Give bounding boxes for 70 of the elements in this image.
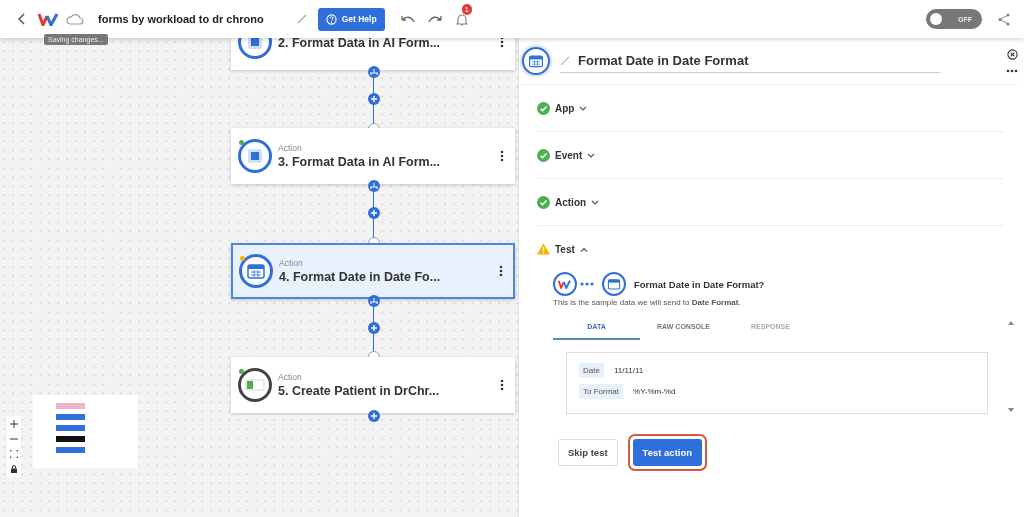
step-type-label: Action	[278, 143, 303, 154]
more-icon[interactable]	[500, 38, 504, 48]
zoom-in-icon[interactable]	[10, 420, 18, 428]
chevron-icon	[579, 105, 588, 111]
more-icon[interactable]	[500, 150, 504, 163]
step-type-label: Action	[279, 257, 304, 268]
test-description: This is the sample data we will send to Date Format.	[553, 298, 742, 307]
get-help-button[interactable]: Get Help	[317, 7, 385, 31]
step-card[interactable]: 2. Format Data in AI Form...	[231, 38, 515, 70]
add-step-icon[interactable]	[368, 409, 380, 422]
ellipsis-icon	[580, 282, 594, 286]
calendar-icon	[602, 272, 626, 296]
section-header[interactable]: Event	[537, 132, 596, 178]
logo-icon	[553, 272, 577, 296]
calendar-icon	[522, 47, 550, 75]
section-header[interactable]: Test	[537, 226, 588, 272]
skip-test-button[interactable]: Skip test	[558, 439, 618, 466]
field-value: 11/11/11	[613, 366, 644, 375]
bell-icon[interactable]	[455, 12, 468, 26]
chevron-icon	[587, 152, 596, 158]
workflow-title: forms by workload to dr chrono	[98, 13, 264, 25]
check-icon	[537, 148, 550, 162]
step-title: 3. Format Data in AI Form...	[278, 155, 442, 170]
section-header[interactable]: Action	[537, 179, 600, 225]
test-question: Format Date in Date Format?	[634, 278, 765, 290]
add-step-icon[interactable]	[368, 207, 380, 220]
more-icon[interactable]	[1006, 69, 1018, 73]
step-name-field[interactable]: Format Date in Date Format	[560, 49, 940, 73]
notification-badge: 1	[461, 3, 473, 15]
step-title: 4. Format Date in Date Fo...	[279, 269, 442, 284]
branch-icon[interactable]	[368, 180, 380, 193]
logo-icon	[38, 12, 60, 26]
cloud-icon	[66, 13, 84, 25]
step-title: 2. Format Data in AI Form...	[278, 38, 442, 50]
step-card[interactable]: Action 3. Format Data in AI Form...	[231, 128, 515, 185]
check-icon	[537, 101, 550, 115]
step-title: 5. Create Patient in DrChr...	[278, 383, 441, 398]
calendar-icon	[239, 253, 273, 288]
branch-icon[interactable]	[368, 294, 380, 307]
field-value: %Y-%m-%d	[633, 387, 676, 396]
fit-view-icon[interactable]	[10, 450, 18, 458]
minimap[interactable]	[33, 395, 138, 468]
more-icon[interactable]	[500, 378, 504, 391]
help-icon	[325, 13, 337, 25]
chevron-icon	[591, 199, 600, 205]
app-logo-icon	[238, 367, 272, 402]
chevron-icon	[579, 246, 588, 252]
more-icon[interactable]	[499, 264, 503, 277]
branch-icon[interactable]	[368, 66, 380, 78]
scroll-up-icon[interactable]	[1008, 321, 1014, 325]
warning-icon	[537, 243, 550, 255]
scroll-down-icon[interactable]	[1008, 408, 1014, 412]
step-card[interactable]: Action 5. Create Patient in DrChr...	[231, 356, 515, 413]
lock-icon[interactable]	[10, 465, 18, 473]
ai-icon	[238, 139, 272, 174]
redo-icon[interactable]	[427, 14, 442, 24]
share-icon[interactable]	[998, 12, 1010, 26]
undo-icon[interactable]	[400, 14, 415, 24]
add-step-icon[interactable]	[368, 93, 380, 105]
add-step-icon[interactable]	[368, 321, 380, 334]
section-header[interactable]: App	[537, 85, 588, 131]
close-icon[interactable]	[1006, 49, 1018, 60]
step-type-label: Action	[278, 371, 303, 382]
field-key: Date	[579, 363, 604, 378]
back-icon[interactable]	[18, 13, 26, 25]
field-key: To Format	[579, 384, 623, 399]
test-action-button[interactable]: Test action	[632, 439, 703, 466]
check-icon	[537, 195, 550, 209]
zoom-out-icon[interactable]	[10, 435, 18, 443]
step-card[interactable]: Action 4. Format Date in Date Fo...	[231, 242, 515, 299]
